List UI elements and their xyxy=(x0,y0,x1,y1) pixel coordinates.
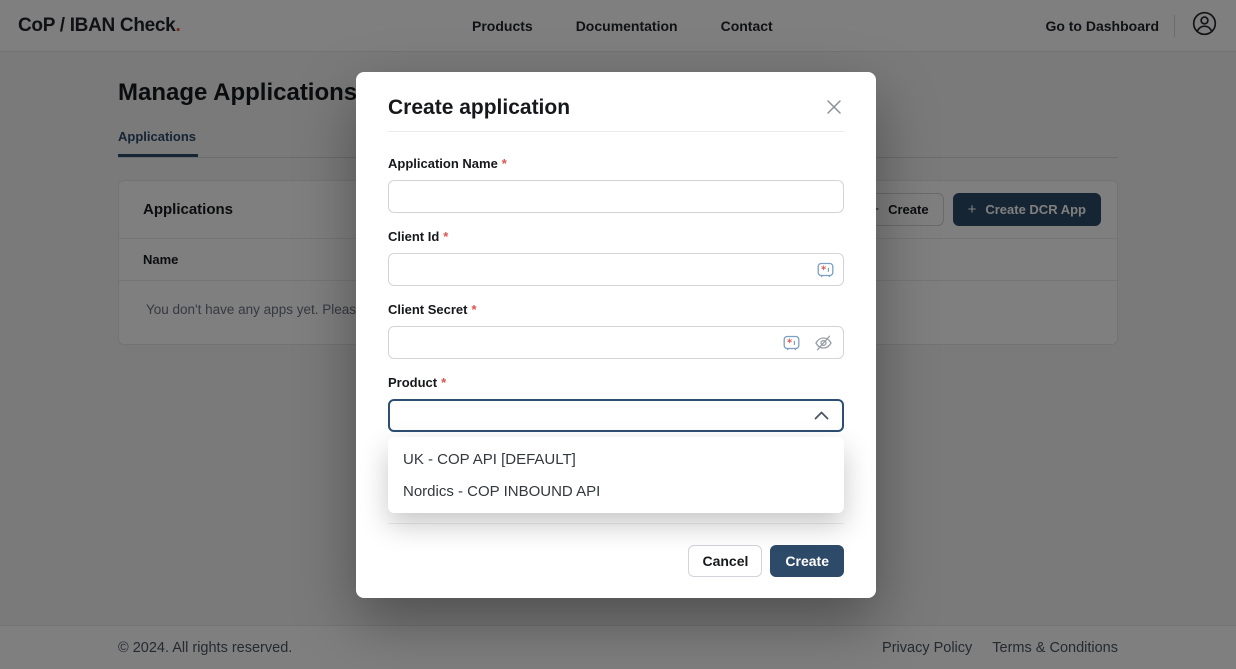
field-product: Product* xyxy=(388,375,844,432)
product-option-uk-cop-api[interactable]: UK - COP API [DEFAULT] xyxy=(388,443,844,475)
required-asterisk: * xyxy=(441,375,446,390)
modal-footer-divider xyxy=(388,523,844,524)
close-button[interactable] xyxy=(824,96,844,118)
product-select[interactable] xyxy=(388,399,844,432)
svg-text:*: * xyxy=(821,264,826,275)
create-application-modal: Create application Application Name* Cli… xyxy=(356,72,876,598)
required-asterisk: * xyxy=(443,229,448,244)
close-icon xyxy=(826,103,842,118)
application-name-input[interactable] xyxy=(388,180,844,213)
svg-text:*: * xyxy=(787,337,792,348)
product-dropdown-list: UK - COP API [DEFAULT] Nordics - COP INB… xyxy=(388,437,844,513)
field-client-id: Client Id* * xyxy=(388,229,844,286)
modal-header: Create application xyxy=(356,72,876,120)
product-option-nordics-cop-inbound-api[interactable]: Nordics - COP INBOUND API xyxy=(388,475,844,507)
client-id-input[interactable] xyxy=(388,253,844,286)
modal-title: Create application xyxy=(388,96,824,120)
page: CoP / IBAN Check. Products Documentation… xyxy=(0,0,1236,669)
product-label: Product* xyxy=(388,375,844,390)
autofill-vault-icon[interactable]: * xyxy=(783,334,800,351)
modal-create-button[interactable]: Create xyxy=(770,545,844,577)
cancel-button[interactable]: Cancel xyxy=(688,545,762,577)
required-asterisk: * xyxy=(502,156,507,171)
field-client-secret: Client Secret* * xyxy=(388,302,844,359)
modal-footer: Cancel Create xyxy=(356,523,876,598)
chevron-up-icon xyxy=(814,407,829,425)
application-name-label: Application Name* xyxy=(388,156,844,171)
autofill-vault-icon[interactable]: * xyxy=(817,261,834,278)
field-application-name: Application Name* xyxy=(388,156,844,213)
client-secret-label: Client Secret* xyxy=(388,302,844,317)
client-secret-input[interactable] xyxy=(388,326,844,359)
required-asterisk: * xyxy=(471,302,476,317)
client-id-label: Client Id* xyxy=(388,229,844,244)
modal-body: Application Name* Client Id* * xyxy=(356,132,876,432)
eye-off-icon[interactable] xyxy=(813,333,834,352)
